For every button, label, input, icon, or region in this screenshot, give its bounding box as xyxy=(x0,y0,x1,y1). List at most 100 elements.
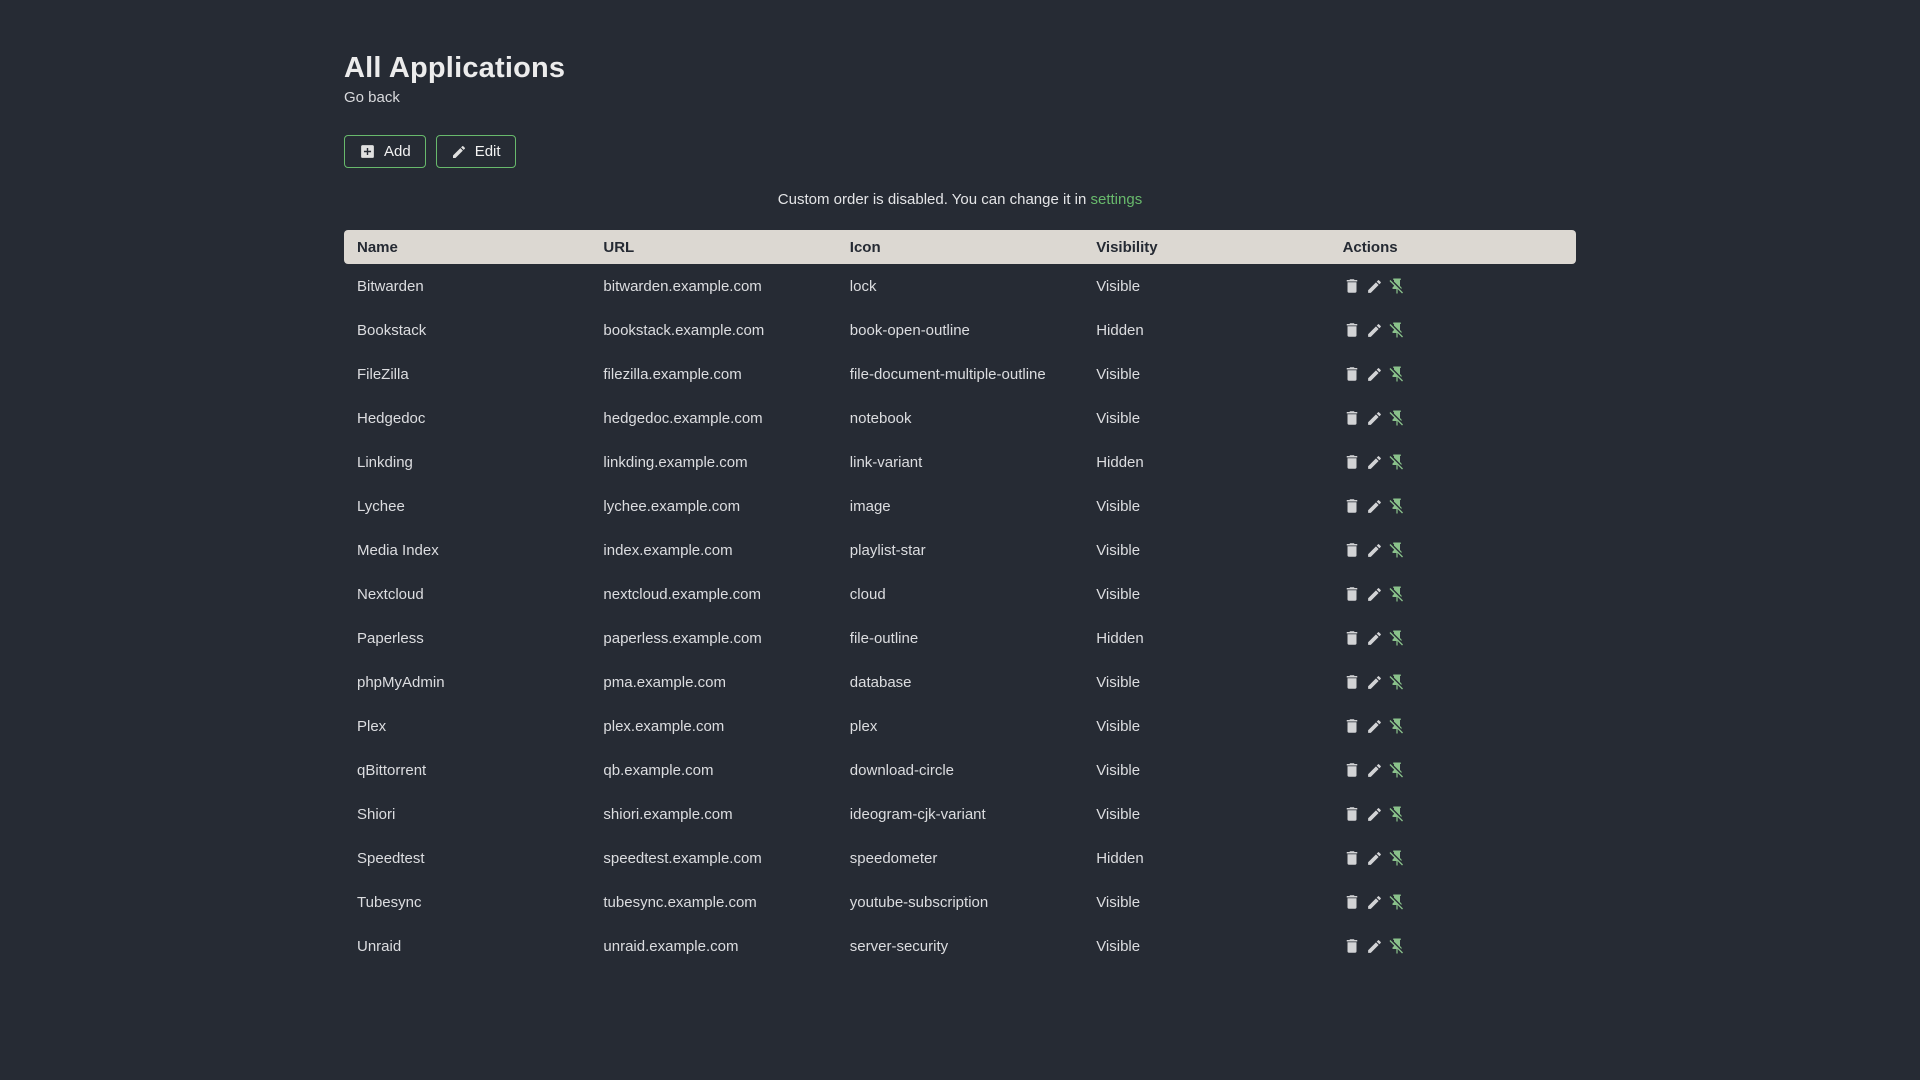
edit-button[interactable]: Edit xyxy=(435,135,516,168)
toggle-visibility-button[interactable] xyxy=(1388,453,1406,471)
edit-app-button[interactable] xyxy=(1366,586,1383,603)
toggle-visibility-button[interactable] xyxy=(1388,805,1406,823)
trash-icon xyxy=(1343,805,1361,823)
edit-app-button[interactable] xyxy=(1366,542,1383,559)
pin-off-icon xyxy=(1388,585,1406,603)
app-actions-cell xyxy=(1330,805,1576,823)
toggle-visibility-button[interactable] xyxy=(1388,321,1406,339)
table-row: Media Index index.example.com playlist-s… xyxy=(344,528,1576,572)
trash-icon xyxy=(1343,409,1361,427)
pin-off-icon xyxy=(1388,365,1406,383)
toggle-visibility-button[interactable] xyxy=(1388,409,1406,427)
add-button[interactable]: Add xyxy=(344,135,426,168)
delete-app-button[interactable] xyxy=(1343,893,1361,911)
app-actions-cell xyxy=(1330,673,1576,691)
app-url-cell: shiori.example.com xyxy=(603,805,733,823)
app-visibility-cell: Hidden xyxy=(1096,849,1144,867)
edit-app-button[interactable] xyxy=(1366,278,1383,295)
toggle-visibility-button[interactable] xyxy=(1388,629,1406,647)
app-actions-cell xyxy=(1330,937,1576,955)
delete-app-button[interactable] xyxy=(1343,541,1361,559)
app-visibility-cell: Visible xyxy=(1096,761,1141,779)
edit-app-button[interactable] xyxy=(1366,630,1383,647)
edit-app-button[interactable] xyxy=(1366,718,1383,735)
app-actions-cell xyxy=(1330,585,1576,603)
trash-icon xyxy=(1343,893,1361,911)
app-icon-name-cell: playlist-star xyxy=(849,541,926,559)
toggle-visibility-button[interactable] xyxy=(1388,717,1406,735)
table-row: Unraid unraid.example.com server-securit… xyxy=(344,924,1576,968)
settings-apps-page: All Applications Go back Add Edit Custom… xyxy=(344,0,1576,968)
trash-icon xyxy=(1343,497,1361,515)
go-back-link[interactable]: Go back xyxy=(344,89,400,106)
delete-app-button[interactable] xyxy=(1343,717,1361,735)
delete-app-button[interactable] xyxy=(1343,629,1361,647)
toggle-visibility-button[interactable] xyxy=(1388,541,1406,559)
edit-app-button[interactable] xyxy=(1366,938,1383,955)
edit-app-button[interactable] xyxy=(1366,806,1383,823)
delete-app-button[interactable] xyxy=(1343,321,1361,339)
table-row: Speedtest speedtest.example.com speedome… xyxy=(344,836,1576,880)
app-name-cell: FileZilla xyxy=(357,365,409,383)
delete-app-button[interactable] xyxy=(1343,277,1361,295)
edit-app-button[interactable] xyxy=(1366,894,1383,911)
pin-off-icon xyxy=(1388,761,1406,779)
edit-app-button[interactable] xyxy=(1366,762,1383,779)
app-name-cell: Media Index xyxy=(357,541,439,559)
edit-app-button[interactable] xyxy=(1366,322,1383,339)
edit-app-button[interactable] xyxy=(1366,366,1383,383)
toggle-visibility-button[interactable] xyxy=(1388,585,1406,603)
pin-off-icon xyxy=(1388,673,1406,691)
pencil-icon xyxy=(1366,410,1383,427)
toggle-visibility-button[interactable] xyxy=(1388,761,1406,779)
column-header-name: Name xyxy=(357,238,398,256)
toggle-visibility-button[interactable] xyxy=(1388,497,1406,515)
delete-app-button[interactable] xyxy=(1343,849,1361,867)
app-url-cell: qb.example.com xyxy=(603,761,714,779)
delete-app-button[interactable] xyxy=(1343,761,1361,779)
pin-off-icon xyxy=(1388,409,1406,427)
app-url-cell: pma.example.com xyxy=(603,673,726,691)
delete-app-button[interactable] xyxy=(1343,585,1361,603)
table-row: Tubesync tubesync.example.com youtube-su… xyxy=(344,880,1576,924)
toggle-visibility-button[interactable] xyxy=(1388,849,1406,867)
delete-app-button[interactable] xyxy=(1343,453,1361,471)
app-actions-cell xyxy=(1330,321,1576,339)
pin-off-icon xyxy=(1388,277,1406,295)
table-header-row: Name URL Icon Visibility Actions xyxy=(344,230,1576,264)
delete-app-button[interactable] xyxy=(1343,409,1361,427)
toggle-visibility-button[interactable] xyxy=(1388,365,1406,383)
delete-app-button[interactable] xyxy=(1343,937,1361,955)
edit-app-button[interactable] xyxy=(1366,498,1383,515)
app-url-cell: tubesync.example.com xyxy=(603,893,757,911)
app-actions-cell xyxy=(1330,849,1576,867)
pencil-icon xyxy=(1366,630,1383,647)
delete-app-button[interactable] xyxy=(1343,805,1361,823)
edit-app-button[interactable] xyxy=(1366,410,1383,427)
toggle-visibility-button[interactable] xyxy=(1388,277,1406,295)
edit-app-button[interactable] xyxy=(1366,674,1383,691)
delete-app-button[interactable] xyxy=(1343,673,1361,691)
toggle-visibility-button[interactable] xyxy=(1388,937,1406,955)
app-actions-cell xyxy=(1330,453,1576,471)
app-actions-cell xyxy=(1330,893,1576,911)
app-name-cell: Lychee xyxy=(357,497,405,515)
edit-app-button[interactable] xyxy=(1366,454,1383,471)
toggle-visibility-button[interactable] xyxy=(1388,673,1406,691)
edit-app-button[interactable] xyxy=(1366,850,1383,867)
app-visibility-cell: Visible xyxy=(1096,805,1141,823)
settings-link[interactable]: settings xyxy=(1091,191,1143,208)
app-icon-name-cell: image xyxy=(849,497,891,515)
pin-off-icon xyxy=(1388,541,1406,559)
trash-icon xyxy=(1343,761,1361,779)
delete-app-button[interactable] xyxy=(1343,497,1361,515)
toggle-visibility-button[interactable] xyxy=(1388,893,1406,911)
app-icon-name-cell: speedometer xyxy=(849,849,938,867)
applications-table: Name URL Icon Visibility Actions Bitward… xyxy=(344,230,1576,968)
delete-app-button[interactable] xyxy=(1343,365,1361,383)
edit-button-label: Edit xyxy=(474,143,501,160)
app-url-cell: speedtest.example.com xyxy=(603,849,762,867)
column-header-icon: Icon xyxy=(849,238,881,256)
app-visibility-cell: Visible xyxy=(1096,541,1141,559)
pencil-icon xyxy=(1366,498,1383,515)
